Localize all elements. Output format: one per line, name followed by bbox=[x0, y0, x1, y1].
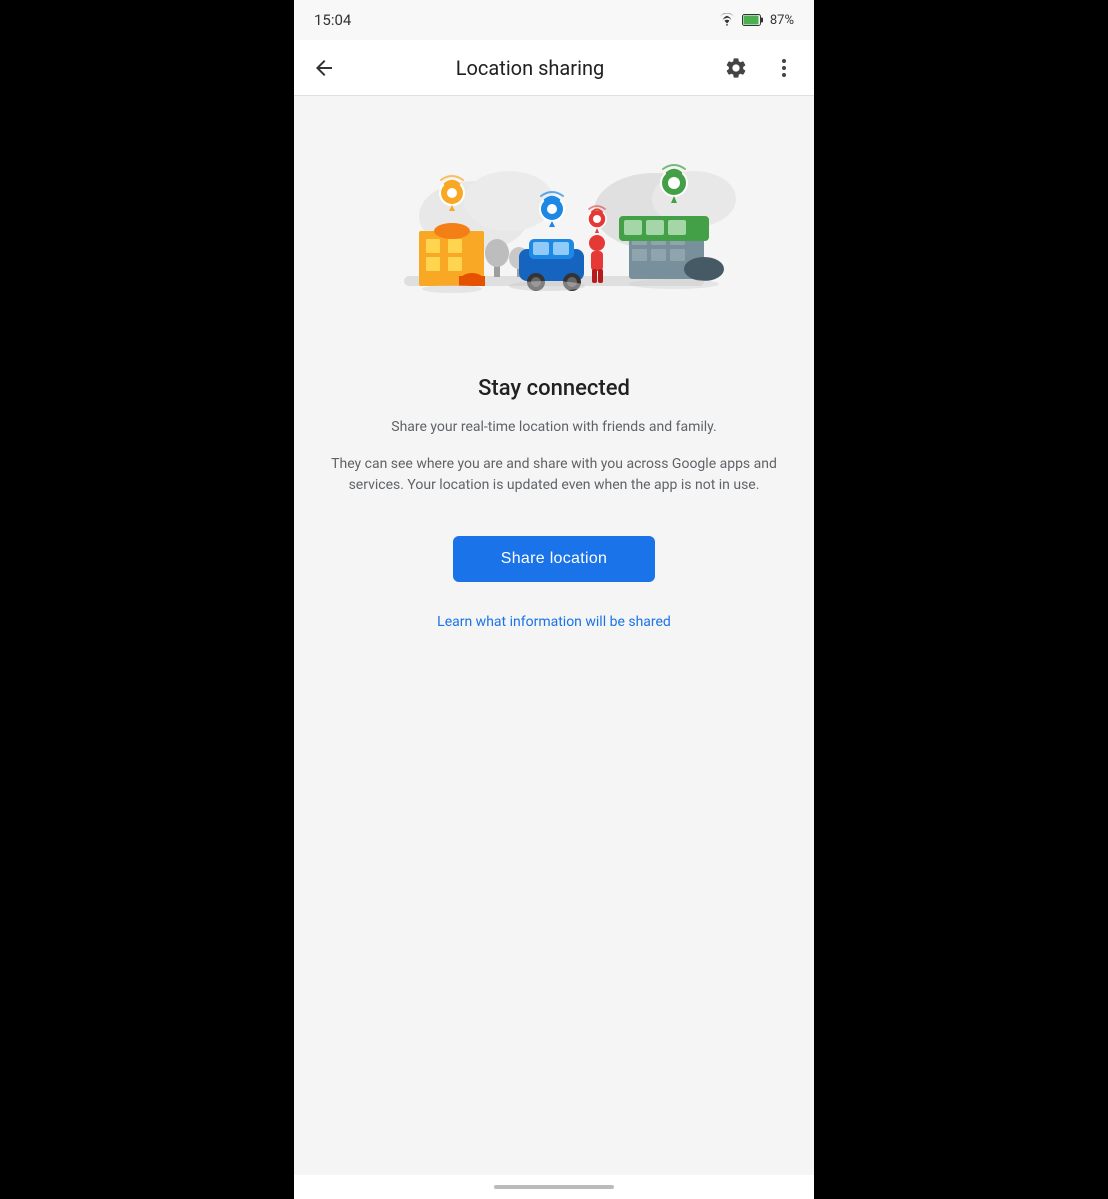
status-bar: 15:04 87% bbox=[294, 0, 814, 40]
content-area: Stay connected Share your real-time loca… bbox=[294, 96, 814, 1175]
home-indicator bbox=[294, 1175, 814, 1199]
more-vert-icon bbox=[772, 56, 796, 80]
illustration bbox=[364, 116, 744, 356]
battery-percent: 87% bbox=[770, 13, 794, 28]
page-title: Location sharing bbox=[346, 56, 714, 80]
battery-icon bbox=[742, 14, 764, 26]
description-2: They can see where you are and share wit… bbox=[318, 454, 790, 496]
status-time: 15:04 bbox=[314, 11, 351, 29]
description-1: Share your real-time location with frien… bbox=[391, 417, 717, 438]
action-icons bbox=[714, 46, 806, 90]
home-bar bbox=[494, 1185, 614, 1189]
gear-icon bbox=[724, 56, 748, 80]
wifi-icon bbox=[718, 13, 736, 27]
main-heading: Stay connected bbox=[478, 376, 630, 401]
phone-frame: 15:04 87% bbox=[294, 0, 814, 1199]
status-icons: 87% bbox=[718, 13, 794, 28]
share-location-button[interactable]: Share location bbox=[453, 536, 656, 582]
app-bar: Location sharing bbox=[294, 40, 814, 96]
settings-button[interactable] bbox=[714, 46, 758, 90]
back-button[interactable] bbox=[302, 46, 346, 90]
back-icon bbox=[312, 56, 336, 80]
learn-link[interactable]: Learn what information will be shared bbox=[437, 614, 671, 630]
more-options-button[interactable] bbox=[762, 46, 806, 90]
